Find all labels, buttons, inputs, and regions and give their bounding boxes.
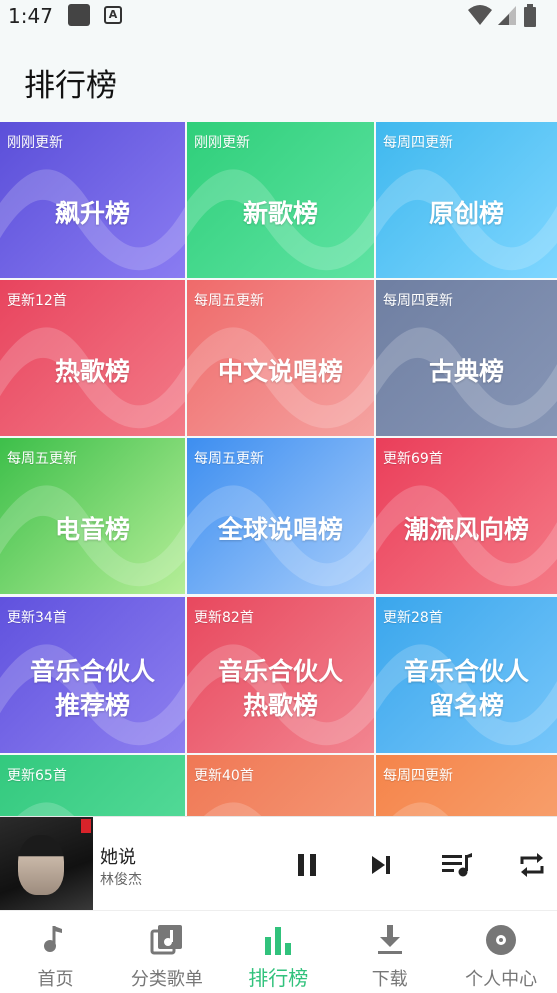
nav-item-2[interactable]: 排行榜 bbox=[223, 911, 334, 993]
tile-title: 潮流风向榜 bbox=[403, 515, 529, 544]
mini-player[interactable]: 她说 林俊杰 bbox=[0, 816, 557, 911]
nav-label: 排行榜 bbox=[248, 966, 309, 990]
next-button[interactable] bbox=[361, 845, 401, 885]
tile-update-info: 更新40首 bbox=[194, 768, 254, 784]
chart-tile[interactable]: 每周五更新中文说唱榜 bbox=[187, 280, 374, 436]
song-artist: 林俊杰 bbox=[100, 872, 142, 888]
chart-tile[interactable]: 每周五更新电音榜 bbox=[0, 438, 185, 594]
tile-update-info: 更新12首 bbox=[7, 293, 67, 309]
tile-update-info: 每周五更新 bbox=[7, 451, 77, 467]
chart-tile[interactable]: 每周四更新古典榜 bbox=[376, 280, 557, 436]
nav-label: 首页 bbox=[37, 969, 74, 990]
notification-square-icon bbox=[68, 4, 90, 26]
tile-title: 推荐榜 bbox=[54, 691, 130, 720]
notification-a-icon: A bbox=[104, 6, 122, 24]
pause-icon bbox=[298, 854, 316, 876]
nav-label: 下载 bbox=[371, 969, 408, 990]
tile-update-info: 更新82首 bbox=[194, 610, 254, 626]
music-note-icon bbox=[43, 926, 62, 952]
tile-title: 原创榜 bbox=[428, 199, 504, 228]
tile-title: 新歌榜 bbox=[242, 199, 318, 228]
song-title: 她说 bbox=[100, 847, 136, 868]
repeat-icon bbox=[520, 853, 544, 877]
status-bar: 1:47 A bbox=[0, 0, 557, 32]
chart-tile[interactable]: 更新69首潮流风向榜 bbox=[376, 438, 557, 594]
playlist-button[interactable] bbox=[437, 845, 477, 885]
tile-update-info: 每周四更新 bbox=[383, 135, 453, 151]
repeat-button[interactable] bbox=[512, 845, 552, 885]
tile-title: 古典榜 bbox=[428, 357, 504, 386]
chart-tile[interactable]: 更新40首音乐合伙人 bbox=[187, 755, 374, 816]
playlist-icon bbox=[150, 925, 182, 955]
skip-next-icon bbox=[372, 856, 390, 874]
signal-icon bbox=[498, 6, 516, 25]
nav-item-4[interactable]: 个人中心 bbox=[446, 911, 557, 993]
wifi-icon bbox=[468, 5, 492, 25]
chart-tile[interactable]: 每周四更新原创榜 bbox=[376, 122, 557, 278]
download-icon bbox=[377, 925, 402, 954]
status-indicators bbox=[467, 4, 547, 28]
chart-tile[interactable]: 每周四更新 bbox=[376, 755, 557, 816]
tile-title: 音乐合伙人 bbox=[29, 657, 155, 686]
queue-music-icon bbox=[442, 853, 472, 877]
disc-icon bbox=[486, 925, 517, 955]
tile-update-info: 每周四更新 bbox=[383, 293, 453, 309]
nav-label: 分类歌单 bbox=[130, 969, 203, 990]
page-title: 排行榜 bbox=[24, 68, 117, 104]
status-time: 1:47 bbox=[8, 4, 53, 28]
chart-tile[interactable]: 刚刚更新飙升榜 bbox=[0, 122, 185, 278]
tile-update-info: 每周四更新 bbox=[383, 768, 453, 784]
tile-title: 中文说唱榜 bbox=[217, 357, 343, 386]
chart-tile[interactable]: 每周五更新全球说唱榜 bbox=[187, 438, 374, 594]
tile-update-info: 更新28首 bbox=[383, 610, 443, 626]
tile-update-info: 每周五更新 bbox=[194, 451, 264, 467]
ranking-grid: 刚刚更新 飙升榜 刚刚更新 新歌榜 每周四更新 原创榜 更新12首 热歌榜 每周五更新 中文说唱榜… bbox=[0, 122, 557, 816]
album-art-accent bbox=[81, 819, 91, 833]
tile-update-info: 刚刚更新 bbox=[7, 135, 63, 151]
tile-title: 音乐合伙人 bbox=[217, 657, 343, 686]
nav-label: 个人中心 bbox=[465, 969, 538, 990]
tile-title: 全球说唱榜 bbox=[217, 515, 343, 544]
bottom-nav: 首页 分类歌单 排行榜 下载 个人中心 bbox=[0, 910, 557, 993]
chart-tile[interactable]: 更新34首音乐合伙人推荐榜 bbox=[0, 597, 185, 753]
tile-title: 电音榜 bbox=[54, 515, 130, 544]
tile-title: 热歌榜 bbox=[242, 691, 318, 720]
chart-tile[interactable]: 更新65首音乐合伙人 bbox=[0, 755, 185, 816]
tile-title: 留名榜 bbox=[428, 691, 504, 720]
page-header: 排行榜 bbox=[0, 32, 557, 122]
nav-item-3[interactable]: 下载 bbox=[334, 911, 445, 993]
album-art-portrait bbox=[18, 835, 64, 895]
nav-item-0[interactable]: 首页 bbox=[0, 911, 111, 993]
tile-update-info: 刚刚更新 bbox=[194, 135, 250, 151]
chart-tile[interactable]: 更新12首热歌榜 bbox=[0, 280, 185, 436]
album-art[interactable] bbox=[0, 817, 93, 911]
battery-icon bbox=[524, 4, 536, 27]
chart-tile[interactable]: 更新82首音乐合伙人热歌榜 bbox=[187, 597, 374, 753]
tile-title: 热歌榜 bbox=[54, 357, 130, 386]
tile-title: 音乐合伙人 bbox=[403, 657, 529, 686]
nav-item-1[interactable]: 分类歌单 bbox=[111, 911, 222, 993]
tile-update-info: 更新69首 bbox=[383, 451, 443, 467]
pause-button[interactable] bbox=[287, 845, 327, 885]
tile-update-info: 更新34首 bbox=[7, 610, 67, 626]
tile-update-info: 更新65首 bbox=[7, 768, 67, 784]
tile-update-info: 每周五更新 bbox=[194, 293, 264, 309]
tile-title: 飙升榜 bbox=[54, 199, 130, 228]
bar-chart-icon bbox=[265, 927, 292, 955]
chart-tile[interactable]: 更新28首音乐合伙人留名榜 bbox=[376, 597, 557, 753]
chart-tile[interactable]: 刚刚更新新歌榜 bbox=[187, 122, 374, 278]
